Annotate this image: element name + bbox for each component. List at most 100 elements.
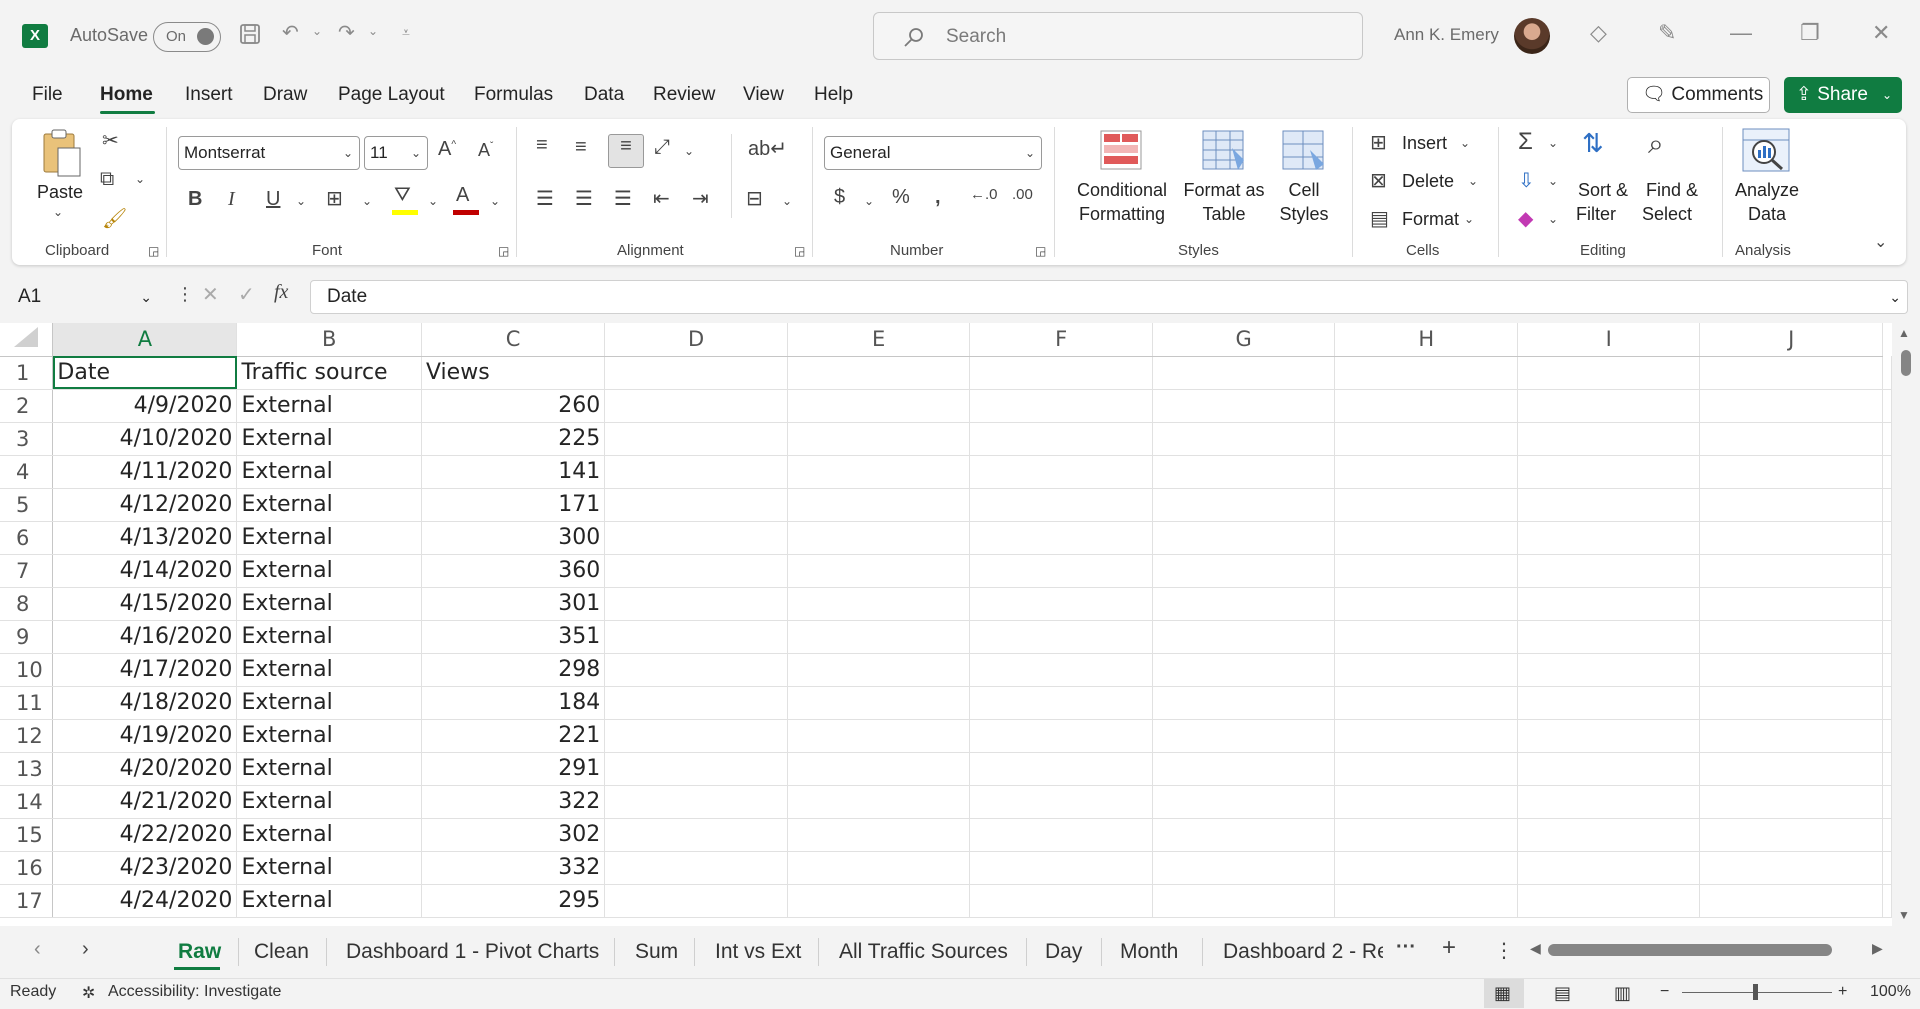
bold-icon[interactable]: B (188, 188, 202, 211)
currency-icon[interactable]: $ (834, 186, 845, 209)
restore-icon[interactable]: ❐ (1800, 20, 1820, 46)
cell-empty[interactable] (970, 851, 1153, 884)
insert-function-icon[interactable]: fx (274, 281, 288, 304)
cell-empty[interactable] (1152, 620, 1335, 653)
diamond-icon[interactable]: ◇ (1590, 20, 1607, 46)
cell-c[interactable]: 300 (421, 521, 604, 554)
cell-b[interactable]: Traffic source (237, 356, 422, 389)
font-color-icon[interactable]: A (456, 184, 469, 207)
cell-empty[interactable] (605, 620, 788, 653)
row-header[interactable]: 3 (0, 422, 53, 455)
cell-empty[interactable] (605, 554, 788, 587)
cell-empty[interactable] (1700, 587, 1883, 620)
search-box[interactable]: Search (873, 12, 1363, 60)
cell-empty[interactable] (970, 488, 1153, 521)
cell-empty[interactable] (605, 521, 788, 554)
vertical-scrollbar[interactable] (1892, 330, 1920, 926)
cell-c[interactable]: 171 (421, 488, 604, 521)
cell-c[interactable]: 360 (421, 554, 604, 587)
cell-empty[interactable] (787, 356, 970, 389)
cell-empty[interactable] (970, 785, 1153, 818)
sheet-tab-sum[interactable]: Sum (635, 940, 678, 964)
percent-icon[interactable]: % (892, 186, 910, 209)
cell-a[interactable]: 4/14/2020 (53, 554, 237, 587)
delete-dropdown-icon[interactable]: ⌄ (1468, 174, 1478, 188)
tab-page-layout[interactable]: Page Layout (338, 84, 445, 106)
sheet-tab-month[interactable]: Month (1120, 940, 1178, 964)
cell-empty[interactable] (970, 818, 1153, 851)
cell-empty[interactable] (1518, 752, 1700, 785)
cell-empty[interactable] (1883, 884, 1892, 917)
customize-qat-icon[interactable]: ⩡ (402, 24, 410, 41)
fill-color-icon[interactable]: ⛛ (394, 184, 411, 207)
page-break-view-icon[interactable]: ▥ (1614, 983, 1631, 1004)
cell-a[interactable]: 4/23/2020 (53, 851, 237, 884)
page-layout-view-icon[interactable]: ▤ (1554, 983, 1571, 1004)
cell-empty[interactable] (1700, 455, 1883, 488)
cell-empty[interactable] (1700, 521, 1883, 554)
cell-empty[interactable] (1700, 752, 1883, 785)
cell-empty[interactable] (1883, 521, 1892, 554)
cell-empty[interactable] (605, 422, 788, 455)
cell-empty[interactable] (1152, 455, 1335, 488)
cell-c[interactable]: 141 (421, 455, 604, 488)
decrease-decimal-icon[interactable]: .00 (1012, 186, 1033, 203)
cell-empty[interactable] (1335, 818, 1518, 851)
column-header-g[interactable]: G (1152, 323, 1335, 356)
cell-b[interactable]: External (237, 389, 422, 422)
scroll-right-icon[interactable]: ▶ (1872, 940, 1883, 957)
comma-style-icon[interactable]: , (935, 186, 941, 209)
cell-b[interactable]: External (237, 719, 422, 752)
borders-icon[interactable]: ⊞ (326, 186, 343, 211)
cell-b[interactable]: External (237, 455, 422, 488)
cell-empty[interactable] (605, 686, 788, 719)
cell-empty[interactable] (1152, 884, 1335, 917)
cell-empty[interactable] (1883, 719, 1892, 752)
cell-empty[interactable] (1335, 620, 1518, 653)
cell-empty[interactable] (1152, 587, 1335, 620)
cell-empty[interactable] (1700, 554, 1883, 587)
cell-empty[interactable] (1700, 389, 1883, 422)
cell-c[interactable]: 225 (421, 422, 604, 455)
cell-empty[interactable] (1152, 389, 1335, 422)
close-icon[interactable]: ✕ (1872, 20, 1890, 46)
format-cells-icon[interactable]: ▤ (1370, 206, 1389, 231)
cell-empty[interactable] (1152, 719, 1335, 752)
cell-a[interactable]: 4/16/2020 (53, 620, 237, 653)
cell-empty[interactable] (1518, 455, 1700, 488)
cell-empty[interactable] (1152, 785, 1335, 818)
autosave-toggle[interactable]: On (153, 22, 221, 52)
sheet-tab-clean[interactable]: Clean (254, 940, 309, 964)
cell-c[interactable]: 260 (421, 389, 604, 422)
fill-color-dropdown-icon[interactable]: ⌄ (428, 194, 438, 208)
format-cells-label[interactable]: Format (1402, 207, 1459, 231)
font-name-combo[interactable]: Montserrat⌄ (178, 136, 360, 170)
cell-a[interactable]: 4/10/2020 (53, 422, 237, 455)
row-header[interactable]: 4 (0, 455, 53, 488)
cell-styles-label-2[interactable]: Styles (1270, 202, 1338, 226)
format-as-table-icon[interactable] (1202, 130, 1246, 170)
clear-icon[interactable]: ◆ (1518, 206, 1533, 231)
cell-empty[interactable] (1518, 818, 1700, 851)
format-as-table-label-2[interactable]: Table (1180, 202, 1268, 226)
row-header[interactable]: 15 (0, 818, 53, 851)
cell-empty[interactable] (787, 521, 970, 554)
cell-empty[interactable] (1883, 554, 1892, 587)
cell-b[interactable]: External (237, 818, 422, 851)
row-header[interactable]: 12 (0, 719, 53, 752)
accessibility-icon[interactable]: ✲ (82, 983, 95, 1003)
delete-cells-label[interactable]: Delete (1402, 169, 1454, 193)
cell-empty[interactable] (787, 620, 970, 653)
scroll-up-icon[interactable]: ▲ (1898, 326, 1910, 340)
cell-empty[interactable] (1335, 686, 1518, 719)
cell-empty[interactable] (787, 818, 970, 851)
format-painter-icon[interactable]: 🖌 (102, 206, 127, 231)
cell-empty[interactable] (1700, 851, 1883, 884)
italic-icon[interactable]: I (228, 188, 235, 211)
sort-filter-label-1[interactable]: Sort & (1578, 178, 1628, 202)
cell-empty[interactable] (1700, 686, 1883, 719)
cell-empty[interactable] (1518, 620, 1700, 653)
format-dropdown-icon[interactable]: ⌄ (1464, 212, 1474, 226)
cell-a[interactable]: 4/22/2020 (53, 818, 237, 851)
orientation-dropdown-icon[interactable]: ⌄ (684, 144, 694, 158)
